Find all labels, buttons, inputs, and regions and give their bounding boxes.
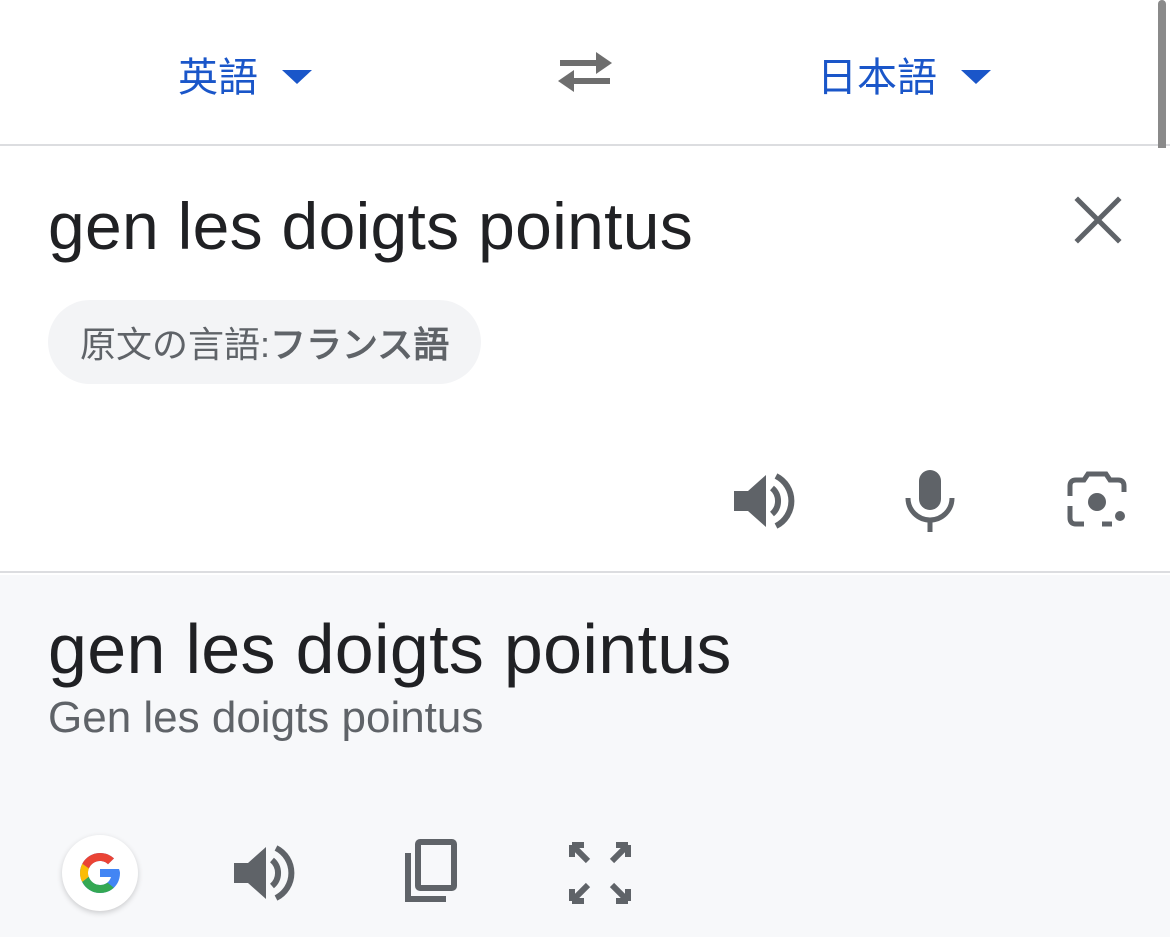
- source-language-selector[interactable]: 英語: [178, 44, 312, 104]
- target-language-label: 日本語: [817, 56, 937, 100]
- detected-language-name: フランス語: [270, 324, 450, 365]
- detected-language-chip[interactable]: 原文の言語: フランス語: [48, 300, 482, 384]
- close-icon[interactable]: [1070, 192, 1126, 248]
- target-language-selector[interactable]: 日本語: [817, 44, 991, 104]
- detected-language-prefix: 原文の言語:: [80, 324, 271, 365]
- source-text-input[interactable]: gen les doigts pointus: [48, 188, 693, 264]
- speaker-icon[interactable]: [728, 466, 798, 536]
- google-g-icon: [80, 853, 120, 893]
- speaker-icon[interactable]: [228, 837, 300, 909]
- microphone-icon[interactable]: [895, 466, 965, 536]
- source-language-label: 英語: [178, 56, 258, 100]
- output-panel: gen les doigts pointus Gen les doigts po…: [0, 575, 1170, 937]
- camera-lens-icon[interactable]: [1062, 466, 1132, 536]
- google-search-button[interactable]: [62, 835, 138, 911]
- copy-icon[interactable]: [394, 837, 466, 909]
- transliteration-text: Gen les doigts pointus: [48, 693, 484, 742]
- chevron-down-icon: [282, 70, 312, 84]
- fullscreen-icon[interactable]: [564, 837, 636, 909]
- language-bar: 英語 日本語: [0, 0, 1170, 146]
- swap-arrows-icon[interactable]: [552, 44, 618, 100]
- translation-text: gen les doigts pointus: [48, 610, 732, 688]
- chevron-down-icon: [961, 70, 991, 84]
- input-panel: gen les doigts pointus 原文の言語: フランス語: [0, 148, 1170, 573]
